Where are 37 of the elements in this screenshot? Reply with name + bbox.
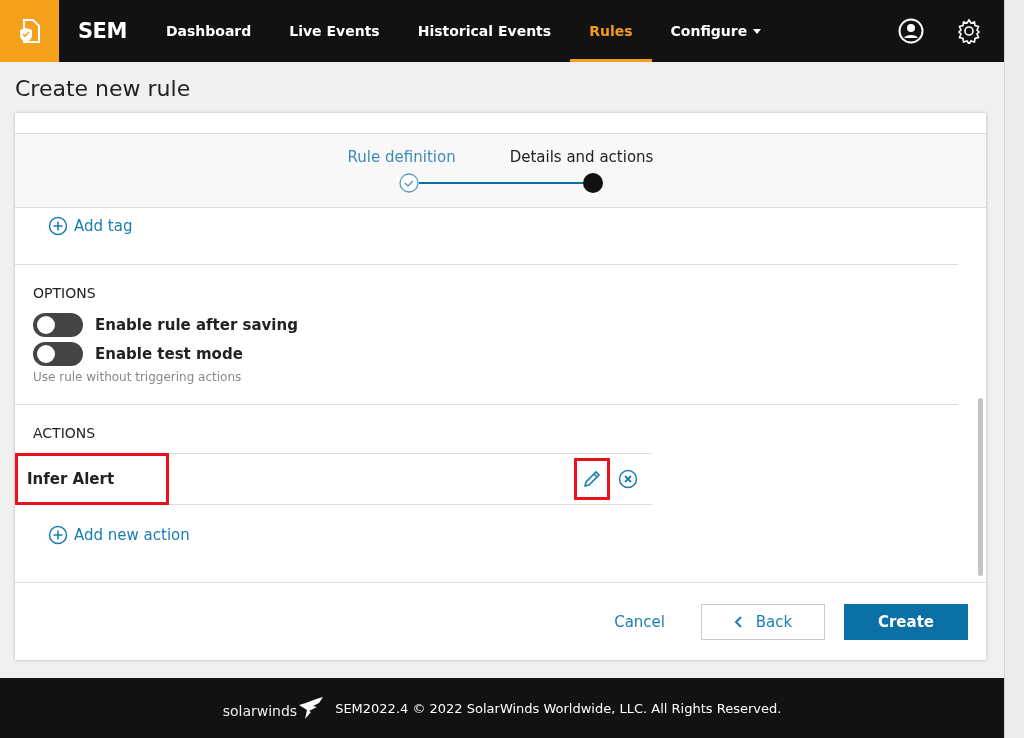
step-label[interactable]: Details and actions (509, 147, 654, 166)
back-button[interactable]: Back (701, 603, 825, 640)
settings-icon[interactable] (956, 18, 982, 44)
nav-item[interactable]: Rules (570, 0, 652, 62)
action-name: Infer Alert (15, 453, 170, 505)
section-heading: ACTIONS (33, 425, 97, 441)
user-icon[interactable] (898, 18, 924, 44)
nav-item[interactable]: Historical Events (398, 0, 571, 62)
nav-item[interactable]: Dashboard (146, 0, 271, 62)
section-heading: OPTIONS (33, 285, 97, 301)
hint-text: Use rule without triggering actions (33, 370, 243, 384)
step-label[interactable]: Rule definition (347, 147, 456, 166)
edit-button[interactable] (574, 458, 610, 500)
close-icon (618, 469, 638, 489)
toggle-switch[interactable] (33, 342, 83, 366)
pencil-icon (583, 470, 601, 488)
plus-circle-icon (48, 525, 68, 545)
add-action-link[interactable]: Add new action (15, 525, 958, 545)
plus-circle-icon (48, 216, 68, 236)
cancel-button[interactable]: Cancel (608, 611, 671, 632)
page-scrollbar-track[interactable] (1004, 0, 1024, 738)
toggle-label: Enable test mode (95, 345, 243, 363)
page-title: Create new rule (15, 76, 192, 101)
footer-logo-text: solarwinds (222, 703, 298, 719)
copyright-text: SEM2022.4 © 2022 SolarWinds Worldwide, LLC. All Rights Reserved. (335, 700, 782, 716)
remove-button[interactable] (618, 469, 638, 489)
shield-document-icon (17, 18, 42, 44)
add-tag-link[interactable]: Add tag (15, 208, 958, 236)
scrollbar-thumb[interactable] (978, 398, 983, 576)
chevron-left-icon (733, 615, 742, 628)
brand-name: SEM (78, 19, 127, 43)
create-button[interactable]: Create (844, 603, 968, 640)
toggle-switch[interactable] (33, 313, 83, 337)
bird-logo-icon (299, 697, 324, 719)
toggle-label: Enable rule after saving (95, 316, 298, 334)
nav-item[interactable]: Live Events (270, 0, 399, 62)
nav-item[interactable]: Configure (651, 0, 781, 62)
